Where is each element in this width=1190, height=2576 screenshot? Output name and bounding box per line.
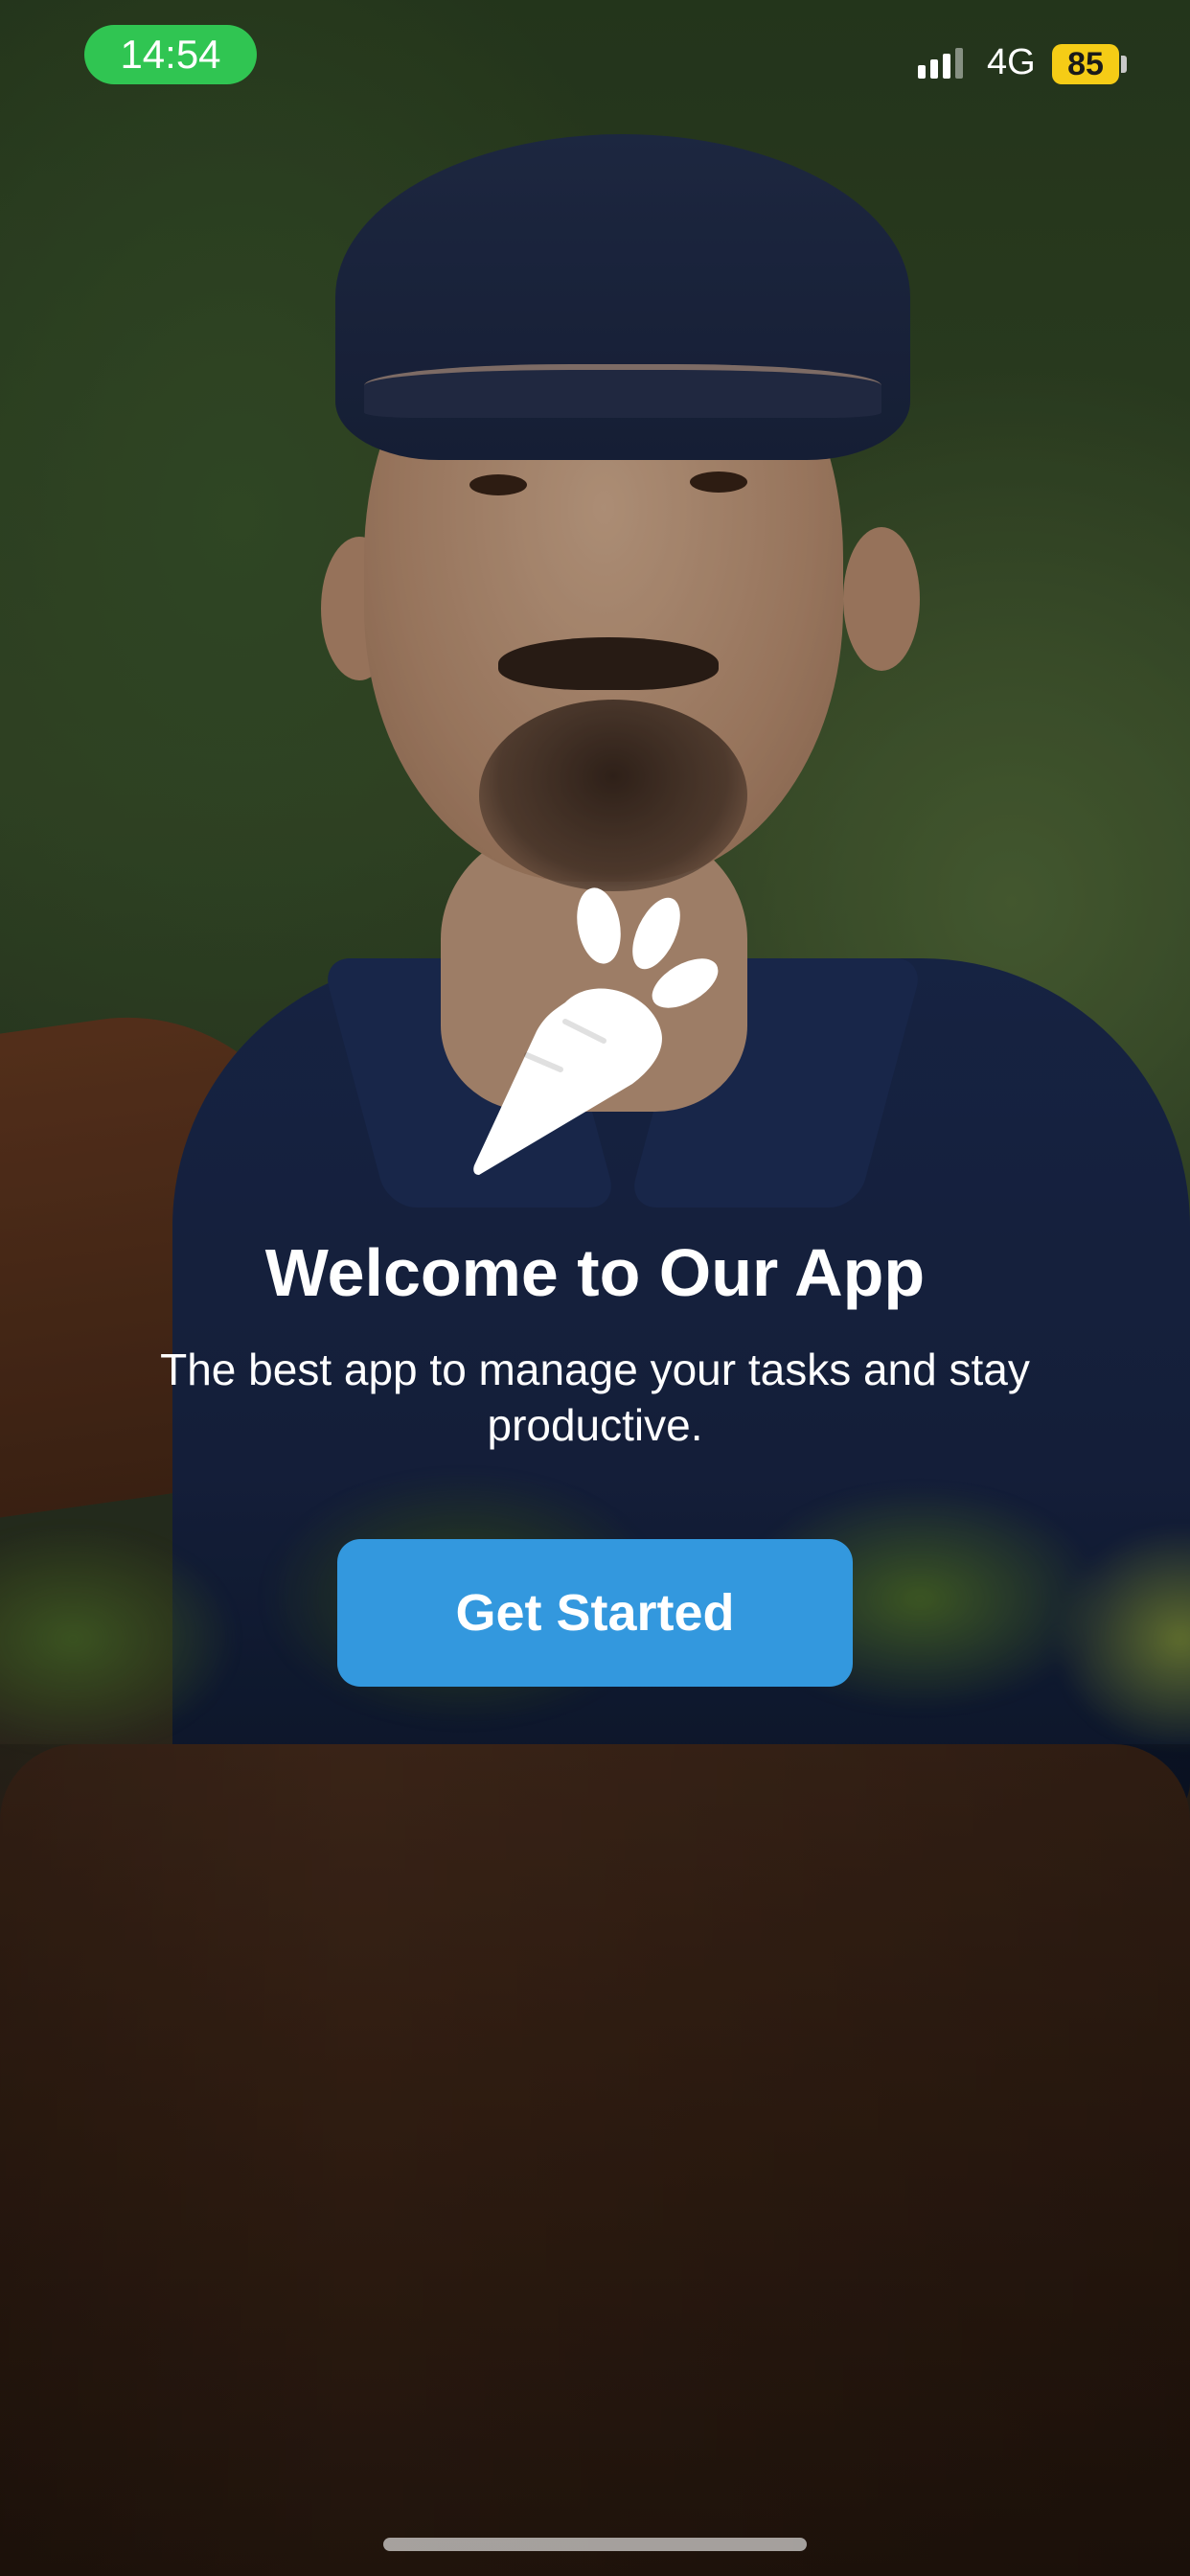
welcome-title: Welcome to Our App <box>264 1235 926 1310</box>
get-started-button[interactable]: Get Started <box>337 1539 853 1687</box>
battery-level: 85 <box>1067 45 1104 82</box>
status-time: 14:54 <box>84 25 257 84</box>
welcome-subtitle: The best app to manage your tasks and st… <box>160 1345 1030 1450</box>
network-label: 4G <box>987 42 1036 82</box>
battery-icon: 85 <box>1052 44 1119 84</box>
signal-icon <box>918 48 963 79</box>
battery-tip <box>1121 56 1127 73</box>
home-indicator[interactable] <box>383 2538 807 2551</box>
carrot-icon <box>473 887 719 1175</box>
